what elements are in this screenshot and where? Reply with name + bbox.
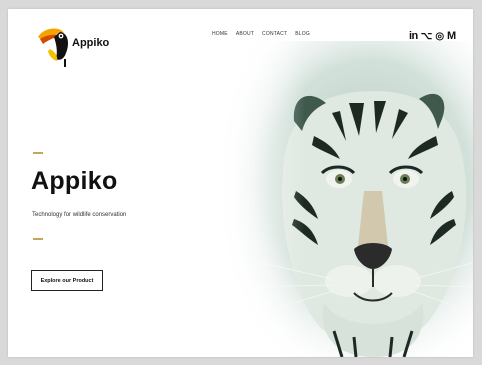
nav-blog[interactable]: BLOG	[295, 31, 310, 37]
browser-page: Appiko HOME ABOUT CONTACT BLOG in ⌥ ◎ M …	[8, 9, 473, 357]
toucan-logo-icon[interactable]	[34, 23, 74, 81]
accent-bar-top	[33, 152, 43, 154]
nav-home[interactable]: HOME	[212, 31, 228, 37]
hero-title: Appiko	[31, 167, 118, 195]
accent-bar-bottom	[33, 238, 43, 240]
hero-subtitle: Technology for wildlife conservation	[32, 212, 127, 218]
github-icon[interactable]: ⌥	[421, 31, 433, 42]
nav-about[interactable]: ABOUT	[236, 31, 254, 37]
tiger-illustration	[214, 41, 473, 357]
explore-product-button[interactable]: Explore our Product	[31, 270, 103, 291]
nav-contact[interactable]: CONTACT	[262, 31, 287, 37]
brand-name[interactable]: Appiko	[72, 37, 109, 49]
dribbble-icon[interactable]: ◎	[435, 31, 444, 42]
main-nav: HOME ABOUT CONTACT BLOG	[212, 31, 310, 37]
